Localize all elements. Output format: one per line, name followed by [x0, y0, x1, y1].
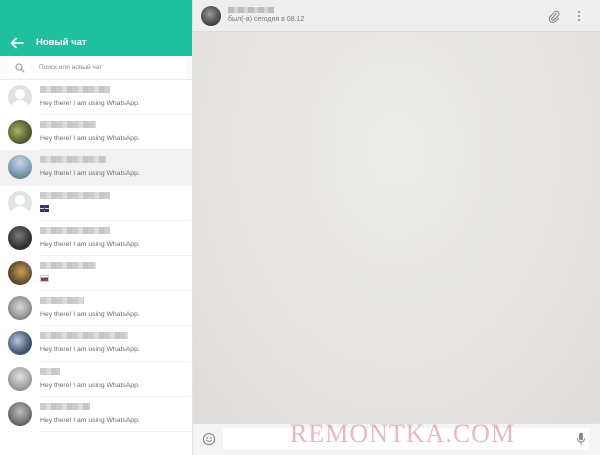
contact-avatar: [8, 296, 32, 321]
contact-name-redacted: [40, 226, 110, 234]
search-box[interactable]: Поиск или новый чат: [8, 59, 186, 77]
contact-item[interactable]: Hey there! I am using WhatsApp.: [0, 396, 192, 432]
contact-status: Hey there! I am using WhatsApp.: [40, 170, 140, 178]
contact-status: Hey there! I am using WhatsApp.: [40, 416, 140, 424]
default-avatar-icon: [8, 85, 32, 109]
contact-name-redacted: [40, 86, 110, 93]
contact-name-redacted: [40, 367, 60, 375]
contact-name-redacted: [40, 261, 96, 269]
chat-contact-avatar[interactable]: [201, 6, 221, 26]
contact-item[interactable]: Hey there! I am using WhatsApp.: [0, 291, 192, 327]
search-bar: Поиск или новый чат: [0, 56, 192, 80]
contact-avatar: [8, 366, 32, 391]
panel-title: Новый чат: [36, 37, 87, 48]
contact-status: Hey there! I am using WhatsApp.: [40, 381, 140, 389]
chat-contact-name-redacted[interactable]: [228, 7, 274, 13]
default-avatar-icon: [8, 190, 32, 215]
contact-item[interactable]: Hey there! I am using WhatsApp.: [0, 326, 192, 362]
contact-item[interactable]: Hey there! I am using WhatsApp.: [0, 80, 192, 116]
contact-item[interactable]: Hey there! I am using WhatsApp.: [0, 220, 192, 256]
contact-status: Hey there! I am using WhatsApp.: [40, 135, 140, 143]
uk-flag-icon: [40, 204, 49, 212]
search-input[interactable]: Поиск или новый чат: [39, 64, 102, 71]
contact-item[interactable]: [0, 255, 192, 292]
contact-list: Hey there! I am using WhatsApp. Hey ther…: [0, 80, 192, 432]
contact-name-redacted: [40, 297, 84, 305]
contact-item-selected[interactable]: Hey there! I am using WhatsApp.: [0, 150, 192, 186]
arrow-left-icon[interactable]: [10, 36, 24, 50]
search-icon: [15, 63, 25, 73]
contact-name-redacted: [40, 332, 128, 340]
contact-avatar: [8, 331, 32, 356]
contact-status: Hey there! I am using WhatsApp.: [40, 240, 140, 248]
contact-avatar: [8, 120, 32, 145]
conversation-header: был(-а) сегодня в 08.12: [193, 0, 600, 32]
contact-avatar: [8, 225, 32, 250]
message-area: [193, 32, 600, 423]
smiley-icon[interactable]: [202, 432, 216, 446]
contact-avatar: [8, 260, 32, 285]
contact-status: Hey there! I am using WhatsApp.: [40, 100, 140, 107]
contact-avatar: [8, 155, 32, 180]
contact-name-redacted: [40, 156, 106, 164]
contact-item[interactable]: Hey there! I am using WhatsApp.: [0, 115, 192, 151]
russia-flag-icon: [40, 274, 49, 282]
contact-avatar: [8, 401, 32, 426]
whatsapp-window: Новый чат Поиск или новый чат Hey there!…: [0, 0, 600, 455]
microphone-icon[interactable]: [576, 432, 586, 446]
contact-status: Hey there! I am using WhatsApp.: [40, 346, 140, 354]
conversation-panel: был(-а) сегодня в 08.12: [193, 0, 600, 455]
more-vertical-icon[interactable]: [573, 10, 585, 22]
paperclip-icon[interactable]: [547, 9, 561, 23]
contact-status: Hey there! I am using WhatsApp.: [40, 311, 140, 319]
new-chat-header: Новый чат: [0, 0, 192, 56]
contact-item[interactable]: [0, 185, 192, 221]
contact-name-redacted: [40, 191, 110, 199]
last-seen-status: был(-а) сегодня в 08.12: [228, 16, 305, 23]
contact-name-redacted: [40, 121, 96, 129]
new-chat-panel: Новый чат Поиск или новый чат Hey there!…: [0, 0, 193, 455]
message-input[interactable]: [223, 428, 589, 450]
message-composer: [193, 423, 600, 455]
contact-item[interactable]: Hey there! I am using WhatsApp.: [0, 361, 192, 397]
contact-name-redacted: [40, 402, 90, 410]
